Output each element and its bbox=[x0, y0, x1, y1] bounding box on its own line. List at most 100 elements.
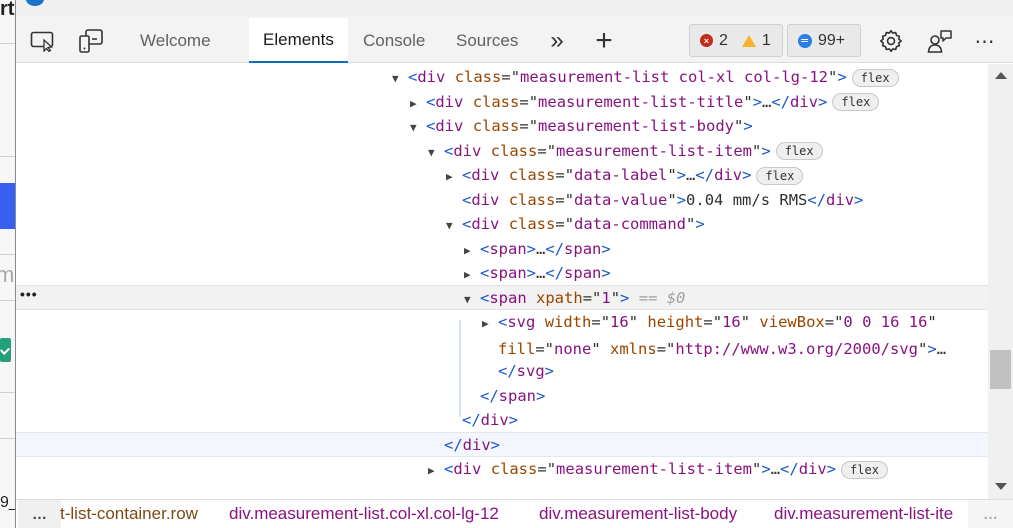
breadcrumb-scroll-left-button[interactable]: … bbox=[18, 500, 61, 528]
flex-badge[interactable]: flex bbox=[775, 142, 823, 160]
dom-tree-scrollbar[interactable] bbox=[988, 64, 1013, 499]
collapsed-ellipsis[interactable]: … bbox=[937, 340, 946, 358]
collapsed-ellipsis[interactable]: … bbox=[686, 166, 695, 184]
attr-name: class bbox=[472, 92, 520, 111]
scroll-up-arrow-icon[interactable] bbox=[995, 72, 1007, 79]
divider bbox=[0, 254, 15, 255]
attr-value: 0 0 16 16 bbox=[843, 313, 928, 331]
divider bbox=[0, 156, 15, 157]
tag-name: span bbox=[489, 264, 527, 282]
collapse-arrow-icon[interactable]: ▶ bbox=[464, 263, 480, 287]
messages-count: 99+ bbox=[818, 31, 846, 49]
error-icon: × bbox=[700, 34, 713, 47]
browser-logo-icon bbox=[26, 0, 44, 6]
tab-console[interactable]: Console bbox=[349, 18, 439, 63]
dom-closing-tag[interactable]: </span> bbox=[16, 384, 988, 409]
dom-closing-tag[interactable]: </div> bbox=[16, 408, 988, 433]
messages-counter-button[interactable]: 99+ bbox=[787, 24, 861, 57]
scroll-down-arrow-icon[interactable] bbox=[995, 483, 1007, 490]
scrollbar-thumb[interactable] bbox=[990, 350, 1011, 389]
tag-name: div bbox=[480, 411, 509, 429]
collapse-arrow-icon[interactable]: ▶ bbox=[446, 165, 462, 189]
dom-node[interactable]: ▼ <div class="measurement-list col-xl col… bbox=[16, 65, 988, 90]
flex-badge[interactable]: flex bbox=[841, 460, 888, 479]
divider bbox=[0, 438, 15, 439]
flex-badge[interactable]: flex bbox=[832, 93, 880, 111]
dom-node[interactable]: ▼ <div class="measurement-list-body"> bbox=[16, 114, 988, 139]
tag-name: div bbox=[471, 190, 500, 209]
breadcrumb: … t-list-container.row div.measurement-l… bbox=[16, 499, 1013, 528]
divider bbox=[0, 300, 15, 301]
collapsed-ellipsis[interactable]: … bbox=[771, 460, 780, 478]
more-tabs-icon[interactable]: » bbox=[544, 27, 570, 54]
collapsed-ellipsis[interactable]: … bbox=[536, 264, 545, 282]
expand-arrow-icon[interactable]: ▼ bbox=[446, 214, 462, 238]
page-blue-button-fragment[interactable] bbox=[0, 183, 15, 229]
attr-name: class bbox=[454, 68, 502, 86]
expand-arrow-icon[interactable]: ▼ bbox=[428, 141, 444, 165]
flex-badge[interactable]: flex bbox=[756, 166, 804, 185]
attr-name: class bbox=[508, 215, 556, 233]
feedback-icon[interactable] bbox=[927, 29, 953, 53]
expand-arrow-icon[interactable]: ▼ bbox=[410, 116, 426, 140]
collapse-arrow-icon[interactable]: ▶ bbox=[410, 92, 426, 116]
breadcrumb-item[interactable]: t-list-container.row bbox=[60, 504, 198, 524]
add-tab-icon[interactable]: + bbox=[591, 24, 617, 57]
dom-node[interactable]: ▶ <span>…</span> bbox=[16, 237, 988, 262]
selected-node-marker: == $0 bbox=[638, 289, 686, 307]
page-bottom-fragment: 9_ bbox=[0, 494, 15, 511]
dom-node[interactable]: ▶ <div class="measurement-list-item">…</d… bbox=[16, 457, 988, 482]
collapsed-ellipsis[interactable]: … bbox=[536, 240, 545, 258]
attr-value: data-command bbox=[574, 215, 687, 233]
attr-name: fill bbox=[498, 339, 536, 358]
dom-node[interactable]: ▼ <div class="data-command"> bbox=[16, 212, 988, 237]
dom-node[interactable]: <div class="data-value">0.04 mm/s RMS</d… bbox=[16, 188, 988, 213]
dom-node[interactable]: ▶ <div class="data-label">…</div> flex bbox=[16, 163, 988, 188]
page-text-fragment: m bbox=[0, 262, 14, 288]
attr-value: measurement-list-item bbox=[556, 460, 752, 478]
dom-node-selected[interactable]: ••• ▼ <span xpath="1"> == $0 bbox=[16, 285, 988, 310]
breadcrumb-scroll-right-button[interactable]: … bbox=[968, 500, 1013, 528]
tag-name: span bbox=[489, 289, 527, 307]
attr-value: data-label bbox=[574, 166, 668, 184]
collapsed-ellipsis[interactable]: … bbox=[762, 93, 771, 111]
dom-node[interactable]: ▶ <svg width="16" height="16" viewBox="0 … bbox=[16, 310, 988, 359]
attr-value: measurement-list col-xl col-lg-12 bbox=[520, 68, 828, 86]
page-heading-fragment: rt bbox=[0, 0, 15, 20]
settings-gear-icon[interactable] bbox=[878, 29, 904, 53]
attr-name: class bbox=[472, 117, 520, 135]
attr-value: 16 bbox=[722, 313, 741, 331]
dom-node[interactable]: ▼ <div class="measurement-list-item"> flex bbox=[16, 139, 988, 164]
tab-sources[interactable]: Sources bbox=[442, 18, 532, 63]
tab-welcome[interactable]: Welcome bbox=[126, 18, 225, 63]
node-text: 0.04 mm/s RMS bbox=[686, 190, 808, 209]
tab-elements[interactable]: Elements bbox=[249, 18, 348, 63]
dom-node[interactable]: ▶ <div class="measurement-list-title">…</… bbox=[16, 90, 988, 115]
node-actions-icon[interactable]: ••• bbox=[20, 286, 38, 302]
attr-value: 16 bbox=[610, 313, 629, 331]
breadcrumb-item[interactable]: div.measurement-list.col-xl.col-lg-12 bbox=[229, 504, 499, 524]
attr-value: 1 bbox=[601, 289, 611, 307]
attr-name: class bbox=[508, 190, 556, 209]
tag-name: span bbox=[498, 386, 536, 405]
collapse-arrow-icon[interactable]: ▶ bbox=[482, 312, 498, 337]
collapse-arrow-icon[interactable]: ▶ bbox=[464, 239, 480, 263]
issues-counter-button[interactable]: × 2 1 bbox=[689, 24, 783, 57]
dom-node[interactable]: ▶ <span>…</span> bbox=[16, 261, 988, 286]
breadcrumb-item[interactable]: div.measurement-list-body bbox=[539, 504, 737, 524]
inspect-element-icon[interactable] bbox=[30, 29, 56, 53]
checkbox-checked-icon[interactable] bbox=[0, 338, 11, 362]
expand-arrow-icon[interactable]: ▼ bbox=[392, 67, 408, 91]
breadcrumb-item[interactable]: div.measurement-list-ite bbox=[774, 504, 953, 524]
flex-badge[interactable]: flex bbox=[851, 68, 899, 87]
device-emulation-icon[interactable] bbox=[78, 29, 104, 53]
more-options-icon[interactable]: ⋯ bbox=[972, 29, 998, 53]
divider bbox=[0, 43, 15, 44]
attr-value: http://www.w3.org/2000/svg bbox=[675, 339, 918, 358]
divider bbox=[0, 392, 15, 393]
collapse-arrow-icon[interactable]: ▶ bbox=[428, 459, 444, 483]
dom-closing-tag[interactable]: </div> bbox=[16, 432, 988, 457]
expand-arrow-icon[interactable]: ▼ bbox=[464, 288, 480, 312]
dom-closing-tag[interactable]: </svg> bbox=[16, 359, 988, 384]
tag-name: svg bbox=[516, 362, 545, 380]
